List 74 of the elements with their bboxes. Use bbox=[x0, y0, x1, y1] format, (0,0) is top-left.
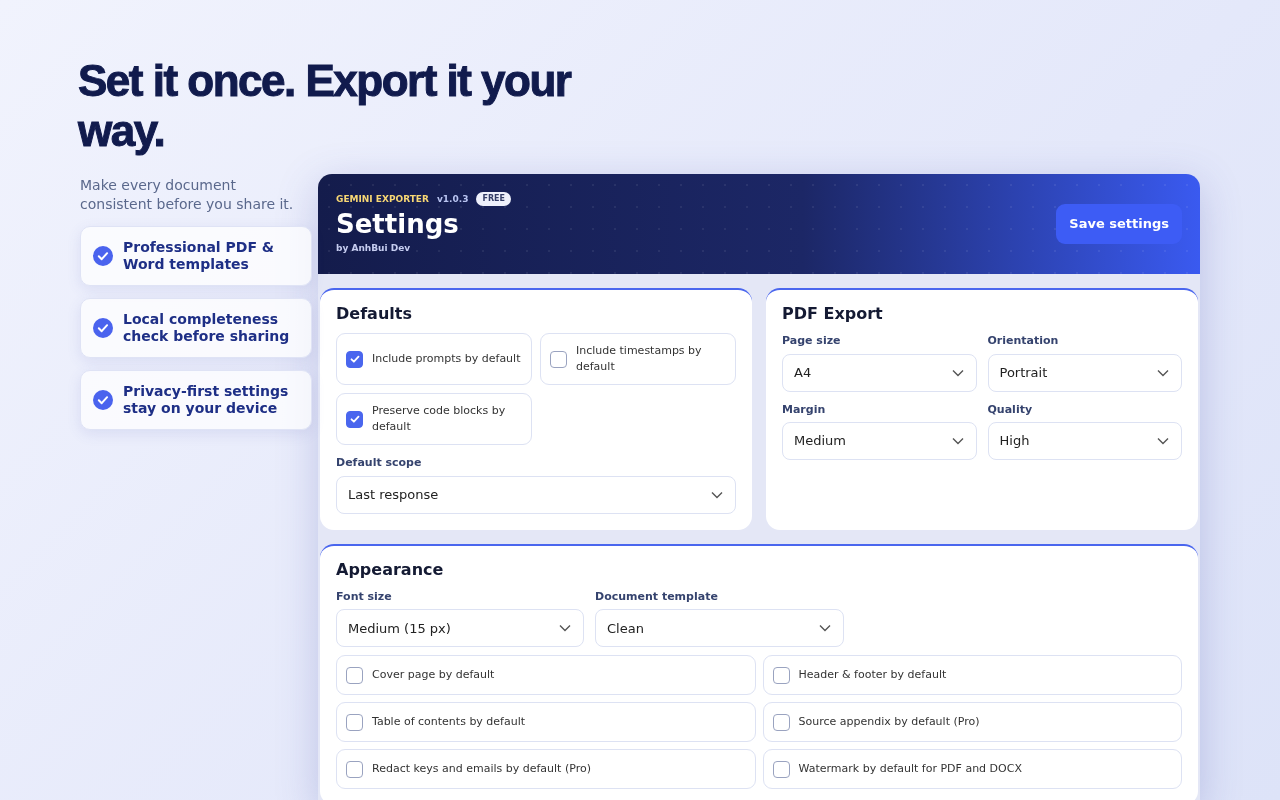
checkbox[interactable] bbox=[346, 760, 363, 778]
checkbox[interactable] bbox=[346, 350, 363, 368]
check-circle-icon bbox=[93, 246, 113, 266]
field-label: Document template bbox=[595, 588, 719, 605]
check-icon bbox=[348, 413, 361, 426]
check-circle-icon bbox=[93, 318, 113, 338]
checkbox-option[interactable]: Redact keys and emails by default (Pro) bbox=[336, 749, 756, 790]
settings-title: Settings bbox=[336, 208, 460, 241]
field-label: Quality bbox=[987, 401, 1034, 418]
select-field[interactable]: Portrait bbox=[987, 353, 1182, 392]
select-field[interactable]: Clean bbox=[595, 609, 844, 648]
option-label: Include prompts by default bbox=[372, 350, 521, 367]
checkbox[interactable] bbox=[550, 350, 567, 368]
chevron-down-icon bbox=[819, 624, 831, 633]
checkbox-option[interactable]: Header & footer by default bbox=[762, 655, 1182, 696]
chevron-down-icon bbox=[1157, 437, 1169, 446]
checkbox-option[interactable]: Source appendix by default (Pro) bbox=[762, 702, 1182, 743]
version-label: v1.0.3 bbox=[436, 192, 469, 206]
checkbox[interactable] bbox=[772, 760, 790, 778]
select-value: Last response bbox=[348, 485, 439, 504]
checkbox[interactable] bbox=[772, 666, 790, 684]
field-label: Font size bbox=[336, 588, 393, 605]
feature-text: Professional PDF & Word templates bbox=[123, 239, 276, 273]
option-label: Watermark by default for PDF and DOCX bbox=[798, 761, 1022, 778]
feature-text: Local completeness check before sharing bbox=[123, 311, 291, 345]
select-value: Portrait bbox=[999, 363, 1048, 382]
select-field[interactable]: High bbox=[987, 422, 1182, 461]
select-value: Clean bbox=[607, 619, 644, 638]
headline: Set it once. Export it your way. bbox=[78, 56, 572, 156]
select-value: Medium (15 px) bbox=[348, 619, 451, 638]
checkbox-option[interactable]: Table of contents by default bbox=[336, 702, 756, 743]
chevron-down-icon bbox=[951, 437, 964, 446]
field-label: Page size bbox=[782, 333, 842, 350]
chevron-down-icon bbox=[1157, 368, 1169, 377]
chevron-down-icon bbox=[951, 368, 964, 377]
feature-text: Privacy-first settings stay on your device bbox=[123, 383, 290, 417]
option-label: Header & footer by default bbox=[798, 667, 947, 684]
select-field[interactable]: Medium (15 px) bbox=[336, 609, 584, 648]
option-label: Cover page by default bbox=[372, 667, 495, 684]
section-title: Appearance bbox=[336, 559, 445, 579]
checkbox-option[interactable]: Include timestamps by default bbox=[540, 333, 736, 386]
checkbox-option[interactable]: Preserve code blocks by default bbox=[336, 393, 532, 446]
check-circle-icon bbox=[93, 390, 113, 410]
checkbox-option[interactable]: Cover page by default bbox=[336, 655, 756, 696]
option-label: Source appendix by default (Pro) bbox=[798, 714, 980, 731]
select-value: Medium bbox=[794, 432, 846, 451]
plan-badge: FREE bbox=[476, 192, 511, 207]
select-field[interactable]: Last response bbox=[336, 475, 736, 514]
field-label: Orientation bbox=[987, 333, 1060, 350]
subtitle: Make every document consistent before you share it. bbox=[80, 176, 295, 214]
option-label: Include timestamps by default bbox=[576, 342, 703, 376]
select-field[interactable]: A4 bbox=[782, 353, 977, 392]
checkbox[interactable] bbox=[772, 713, 790, 731]
field-label: Default scope bbox=[336, 455, 423, 472]
option-label: Table of contents by default bbox=[372, 714, 526, 731]
chevron-down-icon bbox=[711, 490, 723, 499]
author-label: by AnhBui Dev bbox=[336, 242, 412, 256]
select-value: A4 bbox=[794, 363, 812, 382]
section-title: PDF Export bbox=[782, 304, 884, 324]
section-title: Defaults bbox=[336, 304, 413, 324]
checkbox[interactable] bbox=[346, 713, 363, 731]
checkbox-option[interactable]: Include prompts by default bbox=[336, 333, 532, 386]
option-label: Preserve code blocks by default bbox=[372, 402, 507, 436]
checkbox[interactable] bbox=[346, 666, 363, 684]
option-label: Redact keys and emails by default (Pro) bbox=[372, 761, 591, 778]
select-field[interactable]: Medium bbox=[782, 422, 977, 461]
check-icon bbox=[348, 353, 361, 366]
checkbox-option[interactable]: Watermark by default for PDF and DOCX bbox=[762, 749, 1182, 790]
save-settings-button[interactable]: Save settings bbox=[1056, 204, 1182, 244]
field-label: Margin bbox=[782, 401, 827, 418]
brand-name: GEMINI EXPORTER bbox=[336, 192, 429, 206]
checkbox[interactable] bbox=[346, 410, 363, 428]
chevron-down-icon bbox=[559, 624, 571, 633]
select-value: High bbox=[999, 432, 1030, 451]
